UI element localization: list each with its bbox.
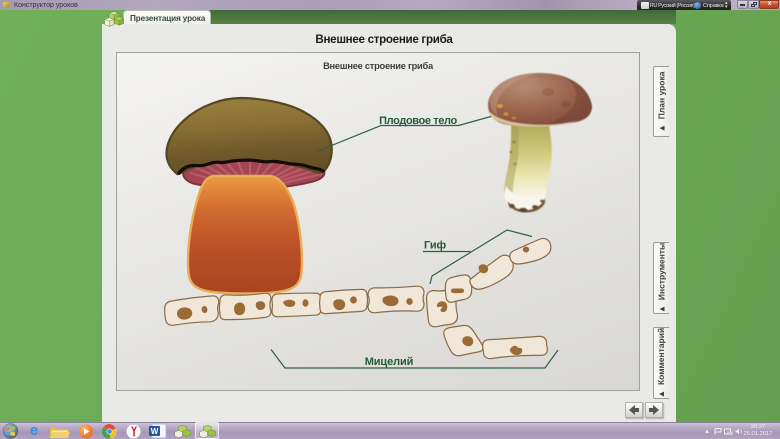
svg-text:Плодовое тело: Плодовое тело xyxy=(379,115,457,127)
svg-text:Мицелий: Мицелий xyxy=(365,356,414,368)
svg-text:W: W xyxy=(151,427,159,436)
svg-text:Гиф: Гиф xyxy=(424,240,447,252)
